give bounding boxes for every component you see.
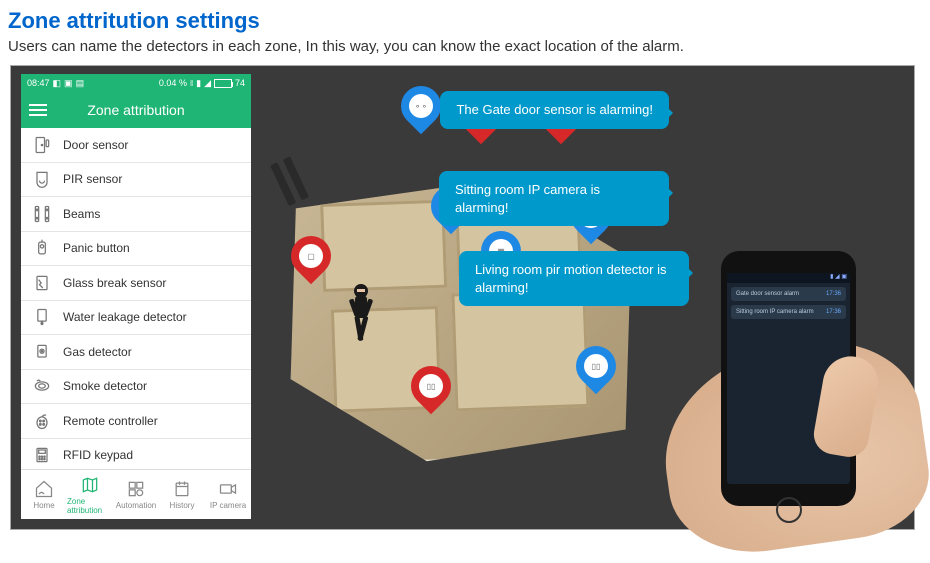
alert-bubble: The Gate door sensor is alarming! bbox=[440, 91, 669, 129]
menu-icon[interactable] bbox=[29, 101, 47, 119]
zone-item[interactable]: RFID keypad bbox=[21, 439, 251, 470]
nav-label: Home bbox=[33, 501, 54, 510]
status-data: 0.04 % bbox=[159, 78, 187, 88]
home-button[interactable] bbox=[776, 497, 802, 523]
zone-item[interactable]: Water leakage detector bbox=[21, 301, 251, 336]
zone-label: Remote controller bbox=[63, 414, 158, 428]
zone-label: Gas detector bbox=[63, 345, 132, 359]
zone-label: Panic button bbox=[63, 241, 130, 255]
zone-item[interactable]: Smoke detector bbox=[21, 370, 251, 405]
camera-icon bbox=[218, 479, 238, 499]
nav-home[interactable]: Home bbox=[21, 470, 67, 519]
home-icon bbox=[34, 479, 54, 499]
rfid-keypad-icon bbox=[31, 444, 53, 466]
battery-percent: 74 bbox=[235, 78, 245, 88]
illustration-area: 08:47 ◧ ▣ ▤ 0.04 % ⧛ ▮ ◢ 74 Zone attribu… bbox=[10, 65, 915, 530]
history-icon bbox=[172, 479, 192, 499]
status-time: 08:47 bbox=[27, 78, 50, 88]
hand-holding-phone: ▮ ◢ ▣ Gate door sensor alarm17:36 Sittin… bbox=[624, 216, 904, 526]
door-sensor-icon bbox=[31, 134, 53, 156]
zone-label: PIR sensor bbox=[63, 172, 122, 186]
panic-button-icon bbox=[31, 237, 53, 259]
remote-controller-icon bbox=[31, 410, 53, 432]
nav-history[interactable]: History bbox=[159, 470, 205, 519]
zone-item[interactable]: Glass break sensor bbox=[21, 266, 251, 301]
map-icon bbox=[80, 475, 100, 495]
zone-label: Beams bbox=[63, 207, 100, 221]
map-marker-door: ▯▯ bbox=[411, 366, 451, 418]
status-bar: 08:47 ◧ ▣ ▤ 0.04 % ⧛ ▮ ◢ 74 bbox=[21, 74, 251, 92]
status-app-icon: ▣ bbox=[64, 78, 73, 89]
zone-item[interactable]: Beams bbox=[21, 197, 251, 232]
zone-label: Glass break sensor bbox=[63, 276, 166, 290]
zone-label: Water leakage detector bbox=[63, 310, 187, 324]
page-subtitle: Users can name the detectors in each zon… bbox=[8, 38, 922, 55]
zone-item[interactable]: Remote controller bbox=[21, 404, 251, 439]
app-header: Zone attribution bbox=[21, 92, 251, 128]
bottom-nav: Home Zone attribution Automation History… bbox=[21, 469, 251, 519]
app-title: Zone attribution bbox=[87, 102, 184, 118]
glass-break-icon bbox=[31, 272, 53, 294]
nav-label: Zone attribution bbox=[67, 497, 113, 515]
battery-icon bbox=[214, 79, 232, 88]
notification-item: Gate door sensor alarm17:36 bbox=[731, 287, 846, 301]
map-marker-pir: ▢ bbox=[291, 236, 331, 288]
zone-label: RFID keypad bbox=[63, 448, 133, 462]
zone-item[interactable]: Door sensor bbox=[21, 128, 251, 163]
gas-detector-icon bbox=[31, 341, 53, 363]
nav-label: IP camera bbox=[210, 501, 246, 510]
zone-list: Door sensor PIR sensor Beams Panic butto… bbox=[21, 128, 251, 469]
beams-icon bbox=[31, 203, 53, 225]
map-marker-socket: ⚬⚬ bbox=[401, 86, 441, 138]
zone-item[interactable]: Panic button bbox=[21, 232, 251, 267]
wifi-icon: ⧛ bbox=[190, 78, 193, 89]
smoke-detector-icon bbox=[31, 375, 53, 397]
nav-ip-camera[interactable]: IP camera bbox=[205, 470, 251, 519]
zone-item[interactable]: PIR sensor bbox=[21, 163, 251, 198]
signal-icon: ▮ bbox=[196, 78, 201, 89]
status-app-icon: ◧ bbox=[53, 78, 62, 89]
notification-item: Sitting room IP camera alarm17:36 bbox=[731, 305, 846, 319]
phone-left-mockup: 08:47 ◧ ▣ ▤ 0.04 % ⧛ ▮ ◢ 74 Zone attribu… bbox=[21, 74, 251, 519]
status-app-icon: ▤ bbox=[76, 78, 85, 89]
signal-icon: ◢ bbox=[204, 78, 211, 89]
pir-sensor-icon bbox=[31, 168, 53, 190]
nav-label: Automation bbox=[116, 501, 156, 510]
burglar-icon bbox=[341, 281, 381, 351]
water-leak-icon bbox=[31, 306, 53, 328]
zone-label: Smoke detector bbox=[63, 379, 147, 393]
zone-label: Door sensor bbox=[63, 138, 128, 152]
zone-item[interactable]: Gas detector bbox=[21, 335, 251, 370]
nav-automation[interactable]: Automation bbox=[113, 470, 159, 519]
nav-zone-attribution[interactable]: Zone attribution bbox=[67, 470, 113, 519]
automation-icon bbox=[126, 479, 146, 499]
page-title: Zone attritution settings bbox=[8, 8, 922, 34]
nav-label: History bbox=[170, 501, 195, 510]
phone-status-bar: ▮ ◢ ▣ bbox=[727, 273, 850, 283]
